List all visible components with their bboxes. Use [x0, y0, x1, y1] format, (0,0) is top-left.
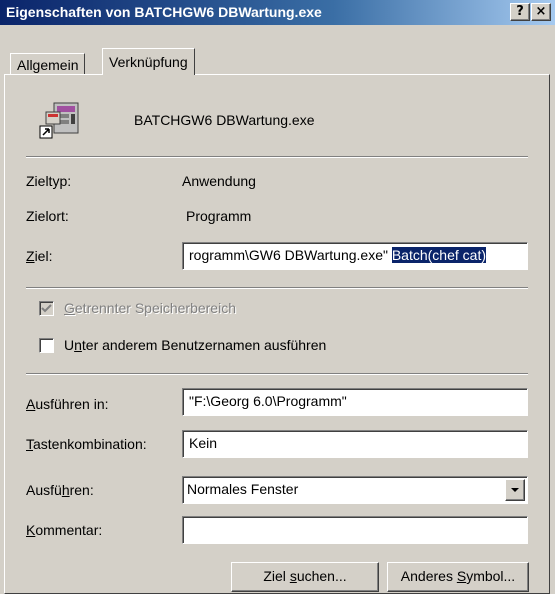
start-in-label: Ausführen in: — [26, 396, 109, 412]
run-select-value: Normales Fenster — [187, 481, 299, 497]
chevron-down-icon[interactable] — [505, 479, 525, 501]
separate-memory-label: Getrennter Speicherbereich — [64, 300, 236, 316]
close-button[interactable]: × — [531, 3, 551, 21]
start-in-input[interactable]: "F:\Georg 6.0\Programm" — [182, 388, 528, 416]
find-target-button[interactable]: Ziel suchen... — [231, 562, 379, 592]
run-as-checkbox[interactable] — [39, 338, 54, 353]
run-as-label: Unter anderem Benutzernamen ausführen — [64, 337, 327, 353]
separator — [26, 373, 528, 375]
run-label: Ausführen: — [26, 482, 94, 498]
separate-memory-checkbox[interactable] — [39, 301, 54, 316]
zielort-value: Programm — [186, 208, 252, 224]
zieltyp-label: Zieltyp: — [26, 173, 72, 189]
title-bar: Eigenschaften von BATCHGW6 DBWartung.exe… — [0, 0, 555, 25]
run-select[interactable]: Normales Fenster — [182, 476, 528, 504]
comment-input[interactable] — [182, 516, 528, 544]
ziel-label: Ziel: — [26, 248, 53, 264]
tab-allgemein[interactable]: Allgemein — [10, 53, 86, 74]
tab-verknuepfung[interactable]: Verknüpfung — [102, 48, 195, 75]
zieltyp-value: Anwendung — [182, 173, 256, 189]
change-icon-button[interactable]: Anderes Symbol... — [387, 562, 529, 592]
ziel-selected-text: Batch(chef cat) — [391, 247, 486, 263]
help-button[interactable]: ? — [510, 3, 530, 21]
ziel-input[interactable]: rogramm\GW6 DBWartung.exe" Batch(chef ca… — [182, 242, 528, 270]
shortcut-filename: BATCHGW6 DBWartung.exe — [134, 112, 315, 128]
shortcut-key-input[interactable]: Kein — [182, 430, 528, 458]
separator — [26, 156, 528, 158]
shortcut-key-label: Tastenkombination: — [26, 436, 147, 452]
window-title: Eigenschaften von BATCHGW6 DBWartung.exe — [6, 4, 322, 20]
comment-label: Kommentar: — [26, 522, 103, 538]
separator — [26, 287, 528, 289]
zielort-label: Zielort: — [26, 208, 69, 224]
application-exe-icon — [38, 100, 86, 142]
